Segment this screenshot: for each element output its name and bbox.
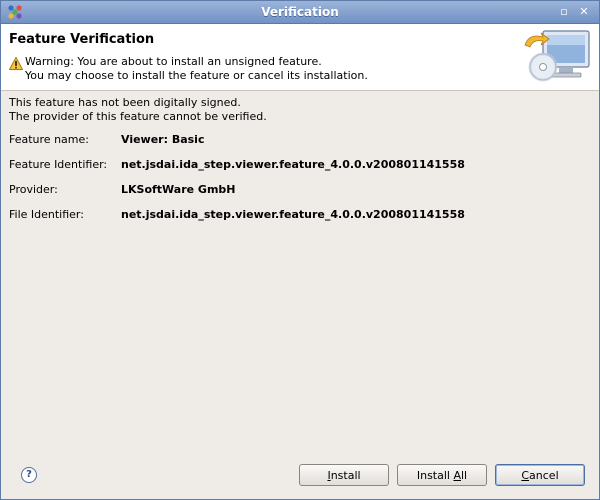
warning-icon bbox=[9, 57, 23, 70]
install-computer-icon bbox=[524, 30, 590, 82]
install-all-mnemonic: A bbox=[453, 469, 461, 482]
warning-message-line1: Warning: You are about to install an uns… bbox=[25, 55, 322, 68]
cancel-button[interactable]: Cancel bbox=[495, 464, 585, 486]
title-bar[interactable]: Verification ▫ ✕ bbox=[1, 1, 599, 24]
feature-identifier-value: net.jsdai.ida_step.viewer.feature_4.0.0.… bbox=[121, 158, 465, 171]
minimize-icon[interactable]: ▫ bbox=[557, 5, 571, 19]
page-title: Feature Verification bbox=[9, 32, 155, 47]
dialog-header: Feature Verification Warning: You are ab… bbox=[1, 24, 599, 91]
file-identifier-value: net.jsdai.ida_step.viewer.feature_4.0.0.… bbox=[121, 208, 465, 221]
provider-label: Provider: bbox=[9, 183, 58, 196]
feature-name-label: Feature name: bbox=[9, 133, 89, 146]
install-label-suffix: nstall bbox=[330, 469, 361, 482]
install-all-label-suffix: ll bbox=[461, 469, 468, 482]
close-icon[interactable]: ✕ bbox=[577, 5, 591, 19]
verification-dialog: Verification ▫ ✕ Feature Verification Wa… bbox=[0, 0, 600, 500]
feature-name-value: Viewer: Basic bbox=[121, 133, 205, 146]
install-button[interactable]: Install bbox=[299, 464, 389, 486]
cancel-mnemonic: C bbox=[521, 469, 530, 482]
unsigned-notice-line2: The provider of this feature cannot be v… bbox=[9, 110, 267, 123]
window-title: Verification bbox=[261, 5, 339, 19]
install-all-button[interactable]: Install All bbox=[397, 464, 487, 486]
help-icon[interactable]: ? bbox=[21, 467, 37, 483]
provider-value: LKSoftWare GmbH bbox=[121, 183, 236, 196]
warning-message-line2: You may choose to install the feature or… bbox=[25, 69, 368, 82]
cancel-label-suffix: ancel bbox=[529, 469, 559, 482]
install-all-label-prefix: Install bbox=[416, 469, 454, 482]
unsigned-notice-line1: This feature has not been digitally sign… bbox=[9, 96, 241, 109]
file-identifier-label: File Identifier: bbox=[9, 208, 84, 221]
feature-identifier-label: Feature Identifier: bbox=[9, 158, 108, 171]
